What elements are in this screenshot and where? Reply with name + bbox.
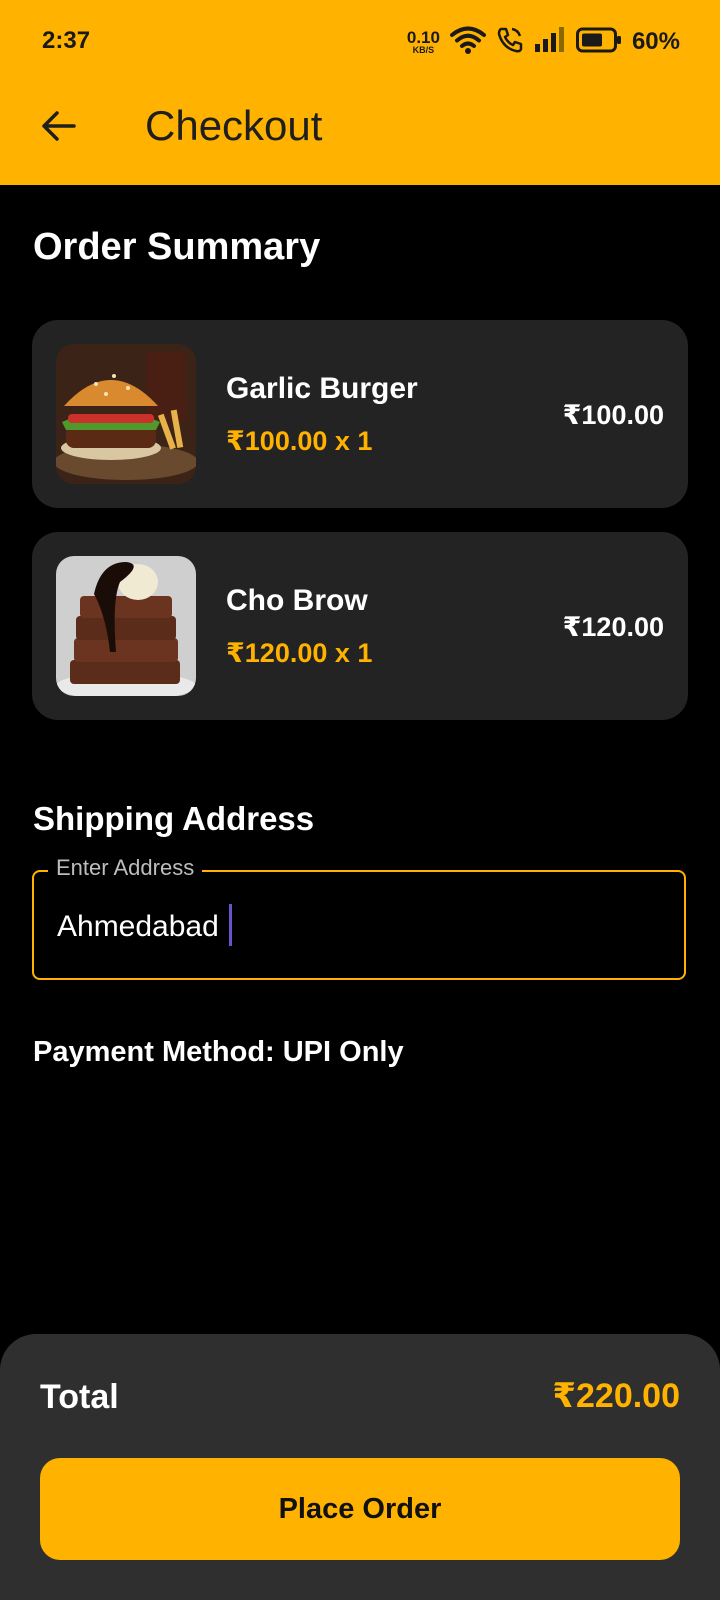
app-bar: 2:37 0.10 KB/S 60% Checkout [0, 0, 720, 185]
place-order-label: Place Order [278, 1492, 442, 1525]
item-price: ₹120.00 [562, 612, 664, 642]
net-speed: 0.10 KB/S [407, 29, 440, 55]
page-title: Checkout [145, 102, 323, 149]
order-item-card: Garlic Burger ₹100.00 x 1 ₹100.00 [32, 320, 688, 508]
total-value: ₹220.00 [552, 1377, 680, 1415]
back-button[interactable] [30, 100, 86, 156]
wifi-icon [449, 25, 486, 60]
order-summary-title: Order Summary [33, 226, 321, 268]
status-icons: 0.10 KB/S 60% [407, 22, 680, 62]
address-text: Ahmedabad [57, 910, 219, 943]
address-input-value[interactable]: Ahmedabad [57, 904, 232, 947]
item-price: ₹100.00 [562, 400, 664, 430]
battery-icon [575, 27, 622, 58]
address-input[interactable]: Enter Address Ahmedabad [32, 855, 686, 980]
volte-call-icon [496, 26, 524, 59]
net-speed-value: 0.10 [406, 28, 440, 47]
place-order-button[interactable]: Place Order [40, 1458, 680, 1560]
net-speed-unit: KB/S [412, 45, 435, 55]
payment-method-text: Payment Method: UPI Only [33, 1036, 404, 1068]
item-name: Garlic Burger [226, 372, 418, 405]
shipping-address-title: Shipping Address [33, 800, 315, 837]
status-time: 2:37 [42, 27, 91, 54]
status-bar: 2:37 0.10 KB/S 60% [0, 0, 720, 84]
signal-icon [534, 26, 566, 58]
item-unit-price: ₹100.00 x 1 [226, 426, 373, 456]
brownie-photo [56, 556, 196, 696]
arrow-back-icon [40, 110, 76, 147]
item-unit-price: ₹120.00 x 1 [226, 638, 373, 668]
item-name: Cho Brow [226, 584, 368, 617]
checkout-footer: Total ₹220.00 Place Order [0, 1334, 720, 1600]
address-input-label: Enter Address [48, 855, 203, 881]
total-label: Total [40, 1378, 119, 1416]
order-item-card: Cho Brow ₹120.00 x 1 ₹120.00 [32, 532, 688, 720]
text-caret [228, 904, 232, 947]
battery-percent: 60% [631, 28, 680, 55]
burger-photo [56, 344, 196, 484]
